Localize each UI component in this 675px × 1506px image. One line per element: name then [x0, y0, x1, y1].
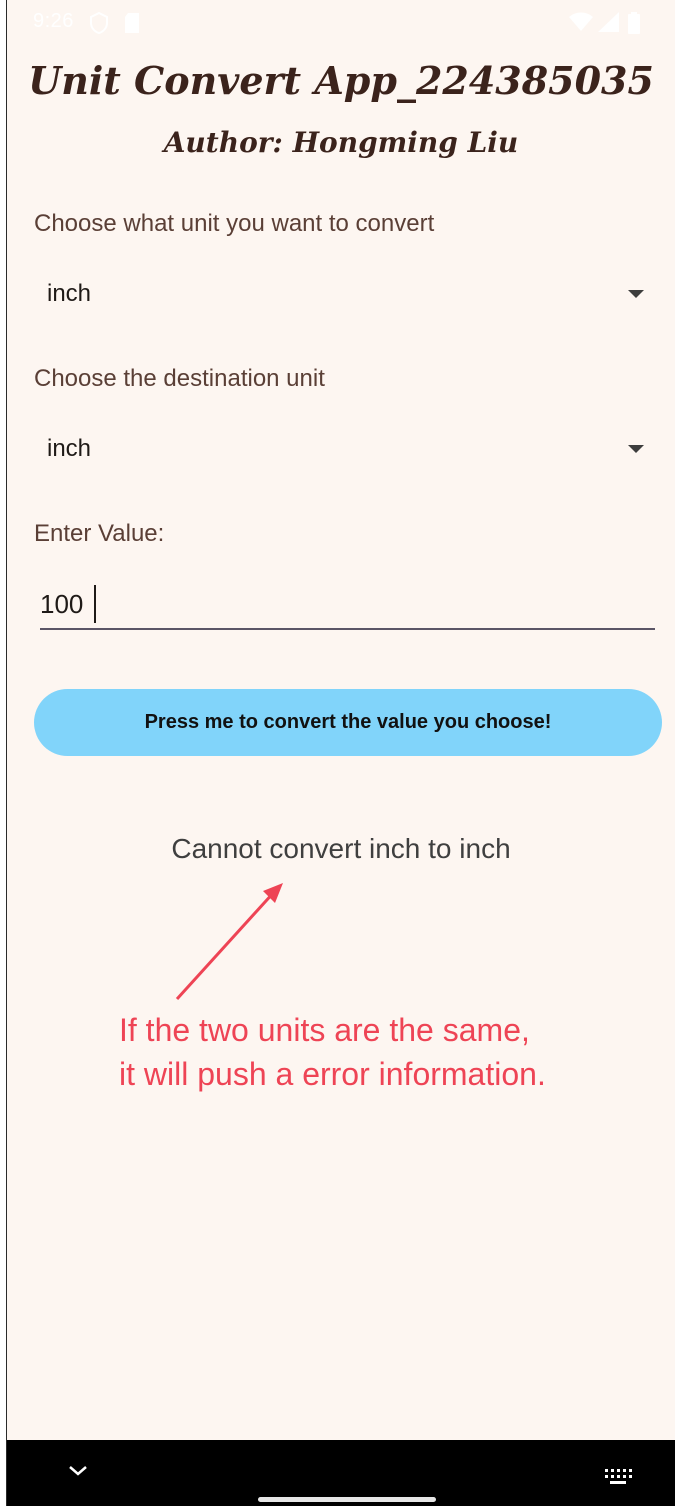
home-gesture-pill[interactable]: [258, 1497, 436, 1502]
source-unit-label: Choose what unit you want to convert: [34, 210, 435, 237]
battery-icon: [628, 12, 640, 39]
keyboard-icon[interactable]: [604, 1468, 632, 1491]
annotation-note: If the two units are the same, it will p…: [119, 1008, 546, 1096]
sim-card-icon: [124, 12, 140, 39]
value-label: Enter Value:: [34, 520, 165, 547]
status-time: 9:26: [33, 10, 74, 32]
hide-keyboard-chevron-icon[interactable]: [67, 1464, 89, 1483]
wifi-icon: [569, 12, 593, 37]
destination-unit-label: Choose the destination unit: [34, 365, 325, 392]
app-title: Unit Convert App_224385035: [28, 58, 654, 103]
status-bar: 9:26: [7, 0, 675, 46]
annotation-line: If the two units are the same,: [119, 1012, 530, 1048]
text-cursor: [94, 585, 96, 623]
author-label: Author: Hongming Liu: [163, 126, 519, 159]
chevron-down-icon: [628, 445, 644, 453]
navigation-bar: [7, 1440, 675, 1506]
annotation-line: it will push a error information.: [119, 1056, 546, 1092]
chevron-down-icon: [628, 290, 644, 298]
signal-icon: [598, 12, 620, 37]
source-unit-dropdown[interactable]: inch: [34, 266, 644, 322]
result-message: Cannot convert inch to inch: [171, 833, 511, 864]
convert-button[interactable]: Press me to convert the value you choose…: [34, 689, 662, 756]
value-input[interactable]: [40, 580, 655, 630]
privacy-icon: [89, 11, 109, 39]
destination-unit-dropdown[interactable]: inch: [34, 421, 644, 477]
annotation-arrow-icon: [175, 883, 283, 1001]
app-screen: 9:26 Unit Convert App_224385035 Author: …: [6, 0, 675, 1506]
source-unit-value: inch: [47, 280, 92, 307]
destination-unit-value: inch: [47, 435, 92, 462]
